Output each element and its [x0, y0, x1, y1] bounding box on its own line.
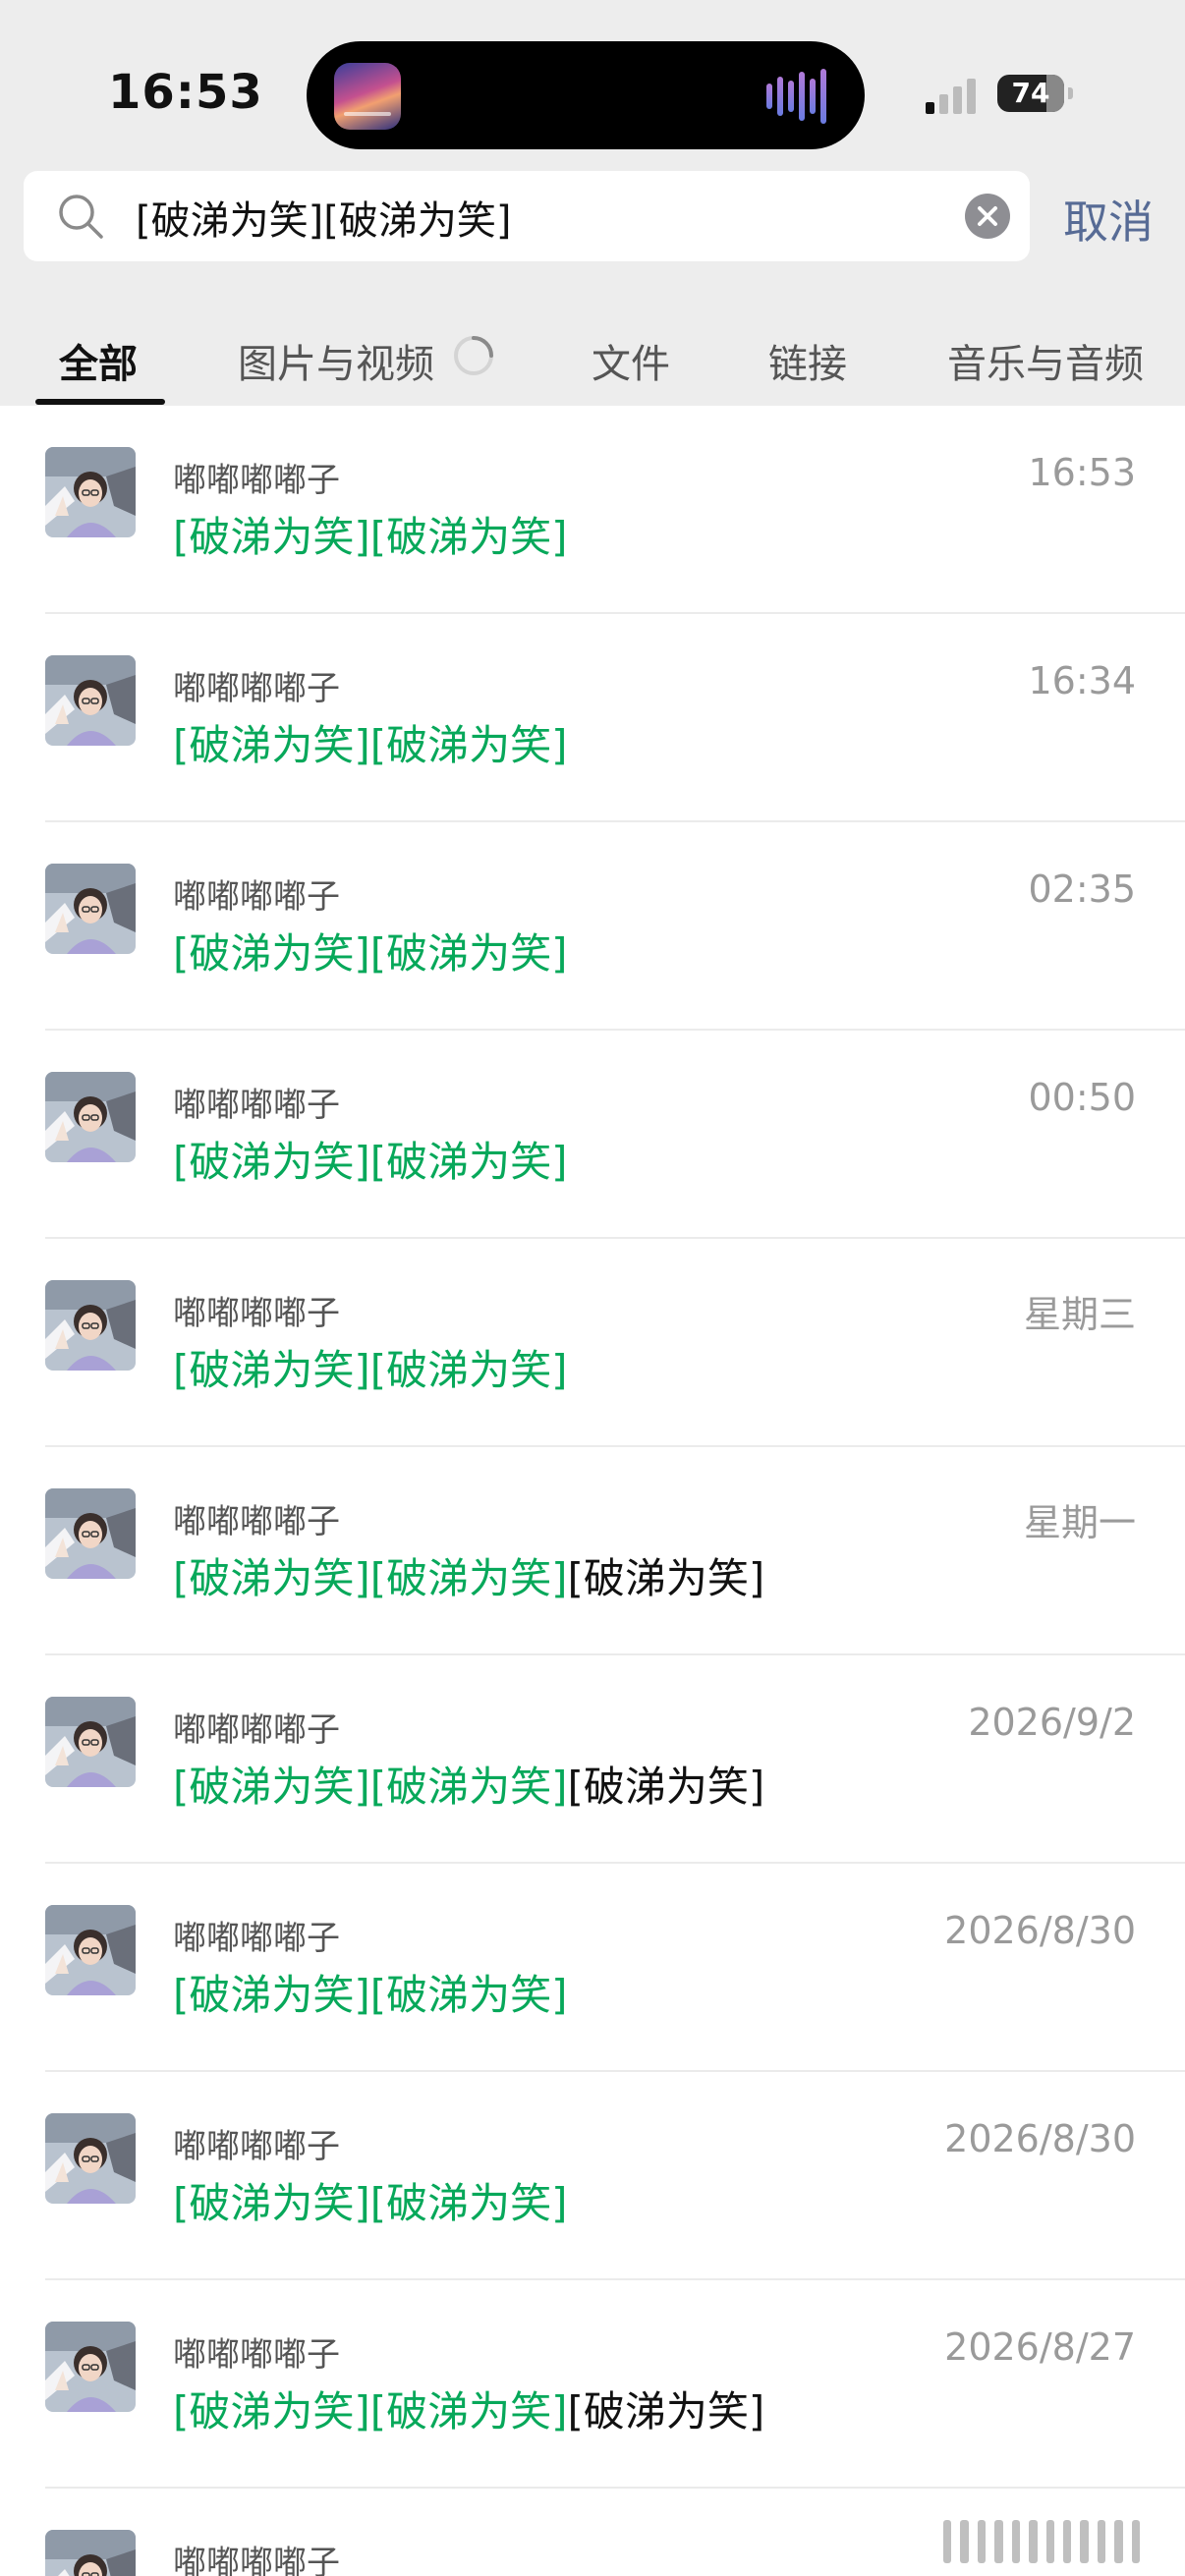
message-time: 16:53 [1028, 451, 1136, 494]
result-row[interactable]: 嘟嘟嘟嘟子 2026/8/30 [破涕为笑][破涕为笑] [0, 2072, 1185, 2280]
dynamic-island[interactable] [307, 41, 865, 149]
contact-name: 嘟嘟嘟嘟子 [173, 2544, 340, 2576]
message-time: 2026/8/30 [944, 1909, 1136, 1952]
contact-name: 嘟嘟嘟嘟子 [173, 1294, 340, 1333]
result-row[interactable]: 嘟嘟嘟嘟子 02:35 [破涕为笑][破涕为笑] [0, 822, 1185, 1031]
message-snippet: [破涕为笑][破涕为笑][破涕为笑] [173, 2379, 764, 2438]
contact-name: 嘟嘟嘟嘟子 [173, 1919, 340, 1958]
avatar[interactable] [45, 2113, 136, 2204]
unmatched-text: [破涕为笑] [567, 1763, 765, 1811]
matched-text: [破涕为笑][破涕为笑] [173, 2179, 568, 2227]
avatar[interactable] [45, 1697, 136, 1787]
matched-text: [破涕为笑][破涕为笑] [173, 929, 568, 978]
unmatched-text: [破涕为笑] [567, 1554, 765, 1602]
message-snippet: [破涕为笑][破涕为笑] [173, 2170, 568, 2230]
message-time: 2026/8/27 [944, 2325, 1136, 2369]
audio-wave-icon [766, 69, 835, 124]
cellular-signal-icon [926, 77, 976, 114]
clear-search-button[interactable] [965, 194, 1010, 239]
message-snippet: [破涕为笑][破涕为笑][破涕为笑] [173, 1545, 764, 1605]
cancel-button[interactable]: 取消 [1063, 187, 1154, 252]
contact-name: 嘟嘟嘟嘟子 [173, 669, 340, 708]
matched-text: [破涕为笑][破涕为笑] [173, 513, 568, 561]
contact-name: 嘟嘟嘟嘟子 [173, 1710, 340, 1750]
avatar[interactable] [45, 2322, 136, 2412]
tab-images-videos[interactable]: 图片与视频 [238, 332, 434, 389]
message-snippet: [破涕为笑][破涕为笑] [173, 1337, 568, 1397]
message-time: 星期三 [1023, 1293, 1136, 1336]
result-row[interactable]: 嘟嘟嘟嘟子 16:53 [破涕为笑][破涕为笑] [0, 406, 1185, 614]
matched-text: [破涕为笑][破涕为笑] [173, 2387, 568, 2436]
tab-music-audio[interactable]: 音乐与音频 [947, 332, 1144, 389]
battery-icon: 74 [997, 75, 1073, 112]
message-snippet: [破涕为笑][破涕为笑] [173, 921, 568, 980]
message-snippet: [破涕为笑][破涕为笑] [173, 712, 568, 772]
search-bar[interactable] [24, 171, 1030, 261]
result-row[interactable]: 嘟嘟嘟嘟子 00:50 [破涕为笑][破涕为笑] [0, 1031, 1185, 1239]
result-row[interactable]: 嘟嘟嘟嘟子 星期一 [破涕为笑][破涕为笑][破涕为笑] [0, 1447, 1185, 1655]
avatar[interactable] [45, 1905, 136, 1995]
tab-links[interactable]: 链接 [768, 332, 847, 389]
contact-name: 嘟嘟嘟嘟子 [173, 877, 340, 917]
close-icon [978, 206, 997, 226]
avatar[interactable] [45, 447, 136, 537]
result-row[interactable]: 嘟嘟嘟嘟子 16:34 [破涕为笑][破涕为笑] [0, 614, 1185, 822]
message-snippet: [破涕为笑][破涕为笑] [173, 504, 568, 564]
loading-spinner-icon [454, 336, 493, 375]
search-icon [59, 195, 103, 239]
avatar[interactable] [45, 1072, 136, 1162]
now-playing-app-icon[interactable] [334, 63, 401, 130]
avatar[interactable] [45, 1488, 136, 1579]
battery-level: 74 [1011, 77, 1050, 109]
message-time: 16:34 [1028, 659, 1136, 702]
unmatched-text: [破涕为笑] [567, 2387, 765, 2436]
matched-text: [破涕为笑][破涕为笑] [173, 1554, 568, 1602]
result-row[interactable]: 嘟嘟嘟嘟子 星期三 [破涕为笑][破涕为笑] [0, 1239, 1185, 1447]
message-time: 02:35 [1028, 868, 1136, 911]
search-results-list: 嘟嘟嘟嘟子 16:53 [破涕为笑][破涕为笑] 嘟嘟嘟嘟子 16:34 [破涕… [0, 406, 1185, 2576]
tab-all[interactable]: 全部 [59, 332, 138, 389]
result-row[interactable]: 嘟嘟嘟嘟子 2026/8/27 [破涕为笑][破涕为笑][破涕为笑] [0, 2280, 1185, 2489]
active-tab-indicator [35, 399, 165, 405]
message-time: 00:50 [1028, 1076, 1136, 1119]
avatar[interactable] [45, 655, 136, 746]
avatar[interactable] [45, 864, 136, 954]
contact-name: 嘟嘟嘟嘟子 [173, 2335, 340, 2375]
matched-text: [破涕为笑][破涕为笑] [173, 721, 568, 769]
search-input[interactable] [134, 185, 943, 250]
message-snippet: [破涕为笑][破涕为笑] [173, 1129, 568, 1189]
avatar[interactable] [45, 2530, 136, 2576]
result-row[interactable]: 嘟嘟嘟嘟子 2026/9/2 [破涕为笑][破涕为笑][破涕为笑] [0, 1655, 1185, 1864]
message-snippet: [破涕为笑][破涕为笑][破涕为笑] [173, 1754, 764, 1814]
result-row[interactable]: 嘟嘟嘟嘟子 2026/8/30 [破涕为笑][破涕为笑] [0, 1864, 1185, 2072]
scroll-indicator [943, 2520, 1141, 2563]
tab-files[interactable]: 文件 [592, 332, 670, 389]
matched-text: [破涕为笑][破涕为笑] [173, 1346, 568, 1394]
contact-name: 嘟嘟嘟嘟子 [173, 1086, 340, 1125]
message-time: 星期一 [1023, 1501, 1136, 1544]
matched-text: [破涕为笑][破涕为笑] [173, 1971, 568, 2019]
status-time: 16:53 [108, 65, 263, 120]
message-time: 2026/9/2 [968, 1701, 1136, 1744]
avatar[interactable] [45, 1280, 136, 1371]
search-category-tabs: 全部 图片与视频 文件 链接 音乐与音频 [0, 314, 1185, 406]
message-time: 2026/8/30 [944, 2117, 1136, 2160]
matched-text: [破涕为笑][破涕为笑] [173, 1763, 568, 1811]
contact-name: 嘟嘟嘟嘟子 [173, 461, 340, 500]
matched-text: [破涕为笑][破涕为笑] [173, 1138, 568, 1186]
contact-name: 嘟嘟嘟嘟子 [173, 2127, 340, 2166]
message-snippet: [破涕为笑][破涕为笑] [173, 1962, 568, 2022]
contact-name: 嘟嘟嘟嘟子 [173, 1502, 340, 1541]
